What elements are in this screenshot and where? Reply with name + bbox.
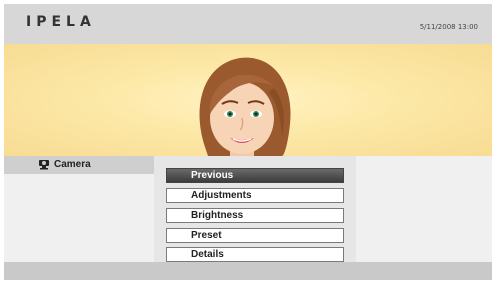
camera-icon — [39, 160, 49, 170]
right-panel — [356, 156, 492, 262]
left-panel: Camera — [4, 156, 154, 262]
header-bar: IPELA 5/11/2008 13:00 — [4, 4, 492, 44]
footer-bar — [4, 262, 492, 280]
date-time: 5/11/2008 13:00 — [419, 23, 478, 31]
menu-item-details[interactable]: Details — [166, 247, 344, 262]
menu-item-preset[interactable]: Preset — [166, 228, 344, 243]
camera-tab-label: Camera — [54, 159, 91, 170]
camera-tab[interactable]: Camera — [4, 156, 154, 174]
menu-item-brightness[interactable]: Brightness — [166, 208, 344, 223]
woman-face-illustration — [199, 57, 291, 156]
menu-panel: Previous Adjustments Brightness Preset D… — [154, 156, 356, 262]
ipela-logo: IPELA — [26, 14, 96, 30]
camera-menu-screen: IPELA 5/11/2008 13:00 Camera Previous Ad… — [4, 4, 492, 280]
banner-illustration — [4, 44, 492, 156]
menu-item-previous[interactable]: Previous — [166, 168, 344, 183]
menu-item-adjustments[interactable]: Adjustments — [166, 188, 344, 203]
